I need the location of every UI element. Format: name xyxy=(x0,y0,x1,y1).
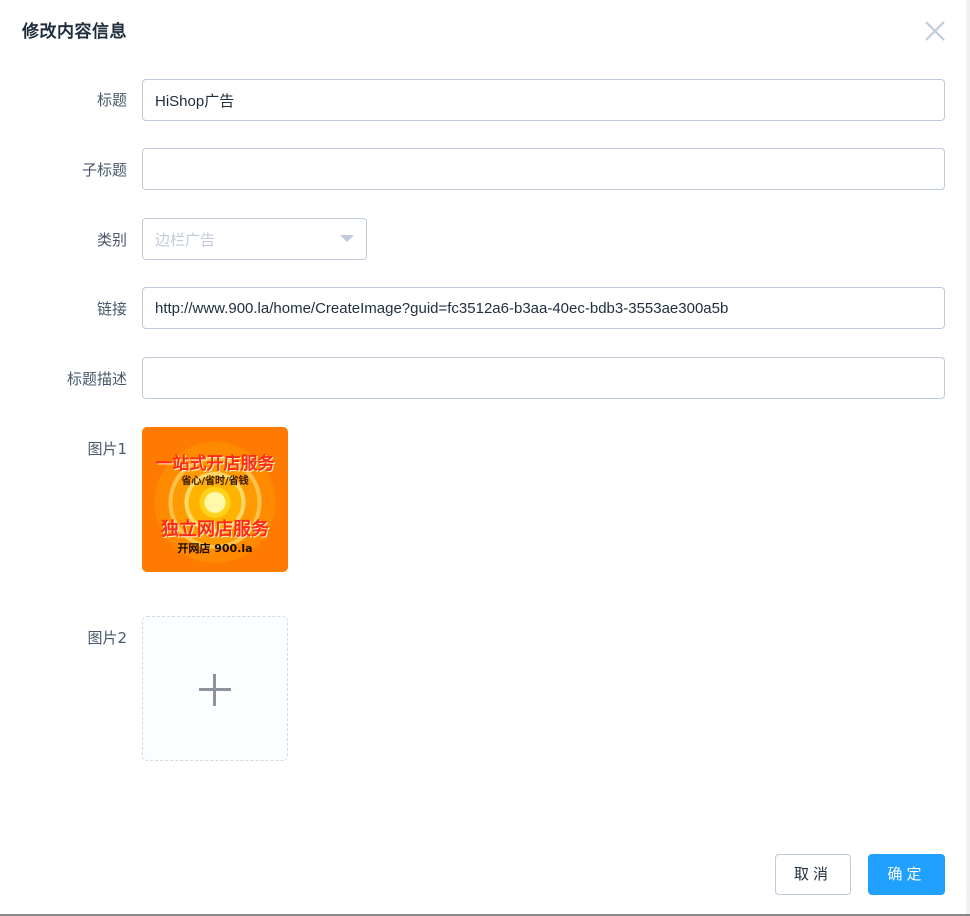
ad-url: 开网店 900.la xyxy=(177,542,253,555)
category-label: 类别 xyxy=(96,231,127,249)
category-placeholder: 边栏广告 xyxy=(155,231,216,249)
subtitle-input[interactable] xyxy=(142,148,945,190)
close-icon[interactable] xyxy=(924,20,946,42)
ad-tagline: 省心/省时/省钱 xyxy=(181,476,249,487)
ad-headline: 一站式开店服务 xyxy=(155,454,275,474)
title-label: 标题 xyxy=(96,91,127,109)
link-label: 链接 xyxy=(96,300,127,318)
image1-label: 图片1 xyxy=(87,440,127,458)
edit-content-dialog: 修改内容信息 标题 子标题 类别 边栏广告 链接 标题描述 图片1 一站式开店服… xyxy=(0,0,970,916)
confirm-button[interactable]: 确定 xyxy=(868,854,945,895)
title-input[interactable] xyxy=(142,79,945,121)
caret-down-icon xyxy=(340,235,354,242)
image1-thumbnail[interactable]: 一站式开店服务 省心/省时/省钱 独立网店服务 开网店 900.la xyxy=(142,427,288,572)
cancel-button[interactable]: 取消 xyxy=(775,854,851,895)
category-select[interactable]: 边栏广告 xyxy=(142,218,367,260)
scrollbar[interactable] xyxy=(966,0,970,916)
image2-upload[interactable] xyxy=(142,616,288,761)
link-input[interactable] xyxy=(142,287,945,329)
ad-subheadline: 独立网店服务 xyxy=(161,519,269,540)
description-label: 标题描述 xyxy=(66,370,127,388)
plus-icon-vertical xyxy=(213,674,216,706)
image2-label: 图片2 xyxy=(87,629,127,647)
subtitle-label: 子标题 xyxy=(81,161,127,179)
dialog-title: 修改内容信息 xyxy=(22,22,127,42)
description-input[interactable] xyxy=(142,357,945,399)
